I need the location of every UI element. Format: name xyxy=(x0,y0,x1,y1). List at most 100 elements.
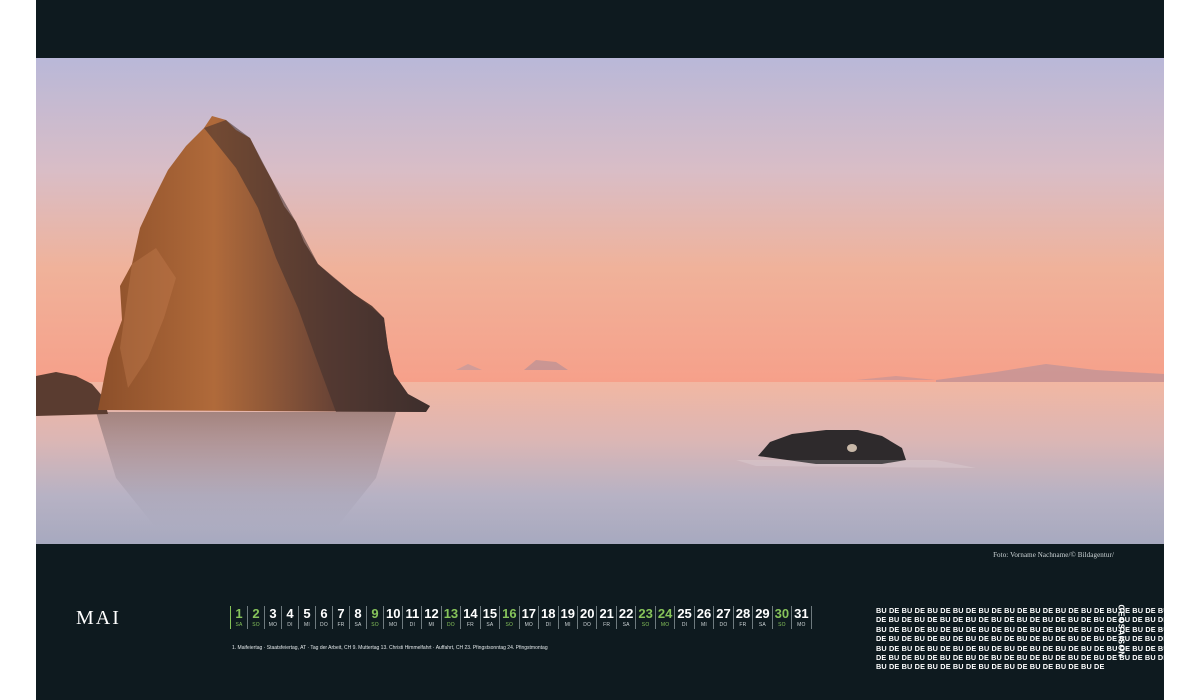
day-number: 28 xyxy=(735,606,751,621)
day-number: 20 xyxy=(579,606,595,621)
day-number: 26 xyxy=(696,606,712,621)
day-number: 7 xyxy=(337,606,345,621)
weekday-label: FR xyxy=(739,622,747,628)
day-cell: 12 MI xyxy=(421,606,440,629)
day-number: 5 xyxy=(303,606,311,621)
weekday-label: DI xyxy=(545,622,551,628)
day-number: 6 xyxy=(320,606,328,621)
caption-placeholder-line: BU DE BU DE BU DE BU DE BU DE BU DE BU D… xyxy=(876,662,1105,672)
weekday-label: MO xyxy=(660,622,670,628)
weekday-label: FR xyxy=(466,622,474,628)
day-number: 4 xyxy=(286,606,294,621)
weekday-label: MI xyxy=(428,622,435,628)
day-cell: 2 SO xyxy=(247,606,264,629)
weekday-label: SO xyxy=(252,622,260,628)
day-cell: 31 MO xyxy=(791,606,812,629)
day-number: 31 xyxy=(794,606,809,621)
holiday-notes: 1. Maifeiertag · Staatsfeiertag, AT · Ta… xyxy=(232,645,548,651)
day-cell: 5 MI xyxy=(298,606,315,629)
weekday-label: SA xyxy=(486,622,494,628)
caption-placeholder-line: BU DE BU DE BU DE BU DE BU DE BU DE BU D… xyxy=(876,606,1195,615)
day-cell: 21 FR xyxy=(596,606,615,629)
day-cell: 7 FR xyxy=(332,606,349,629)
day-number: 22 xyxy=(618,606,634,621)
weekday-label: SA xyxy=(758,622,766,628)
day-cell: 17 MO xyxy=(518,606,538,629)
day-cell: 9 SO xyxy=(366,606,383,629)
weekday-label: DO xyxy=(583,622,592,628)
weekday-label: MO xyxy=(797,622,806,628)
day-strip: 1 SA 2 SO 3 MO 4 DI 5 MI 6 DO 7 FR 8 SA 9 SO 10 MO 11 DI 12 MI 1… xyxy=(230,606,812,629)
day-number: 14 xyxy=(463,606,478,621)
day-number: 25 xyxy=(677,606,692,621)
weekday-label: MO xyxy=(524,622,534,628)
day-cell: 8 SA xyxy=(349,606,366,629)
weekday-label: SO xyxy=(371,622,379,628)
caption-placeholder-line: BU DE BU DE BU DE BU DE BU DE BU DE BU D… xyxy=(876,643,1195,653)
day-number: 11 xyxy=(405,606,420,621)
day-cell: 6 DO xyxy=(315,606,332,629)
weekday-label: DO xyxy=(320,622,328,628)
weekday-label: SA xyxy=(235,622,243,628)
day-cell: 15 SA xyxy=(479,606,499,629)
weekday-label: SO xyxy=(505,622,514,628)
day-cell: 4 DI xyxy=(281,606,298,629)
day-cell: 22 SA xyxy=(615,606,635,629)
day-cell: 3 MO xyxy=(264,606,281,629)
day-number: 24 xyxy=(657,606,673,621)
month-title: MAI xyxy=(76,607,121,629)
day-cell: 28 FR xyxy=(732,606,752,629)
caption-placeholder-block: BU DE BU DE BU DE BU DE BU DE BU DE BU D… xyxy=(876,606,1195,672)
day-cell: 1 SA xyxy=(230,606,247,629)
day-number: 30 xyxy=(774,606,790,621)
day-cell: 14 FR xyxy=(460,606,479,629)
calendar-page: Foto: Vorname Nachname/© Bildagentur/ MA… xyxy=(36,0,1195,700)
day-number: 17 xyxy=(521,606,537,621)
weekday-label: MO xyxy=(389,622,398,628)
weekday-label: DO xyxy=(446,622,455,628)
weekday-label: MI xyxy=(701,622,707,628)
caption-placeholder-line: DE BU DE BU DE BU DE BU DE BU DE BU DE B… xyxy=(876,634,1194,644)
weekday-label: MI xyxy=(304,622,310,628)
day-number: 29 xyxy=(755,606,770,621)
weekday-label: SO xyxy=(641,622,650,628)
day-cell: 26 MI xyxy=(693,606,713,629)
day-number: 1 xyxy=(235,606,243,621)
day-number: 13 xyxy=(443,606,459,621)
weekday-label: DO xyxy=(719,622,728,628)
day-cell: 23 SO xyxy=(635,606,654,629)
day-cell: 25 DI xyxy=(674,606,693,629)
caption-placeholder-line: BU DE BU DE BU DE BU DE BU DE BU DE BU D… xyxy=(876,624,1195,634)
weekday-label: DI xyxy=(681,622,688,628)
weekday-label: DI xyxy=(287,622,293,628)
day-number: 27 xyxy=(716,606,731,621)
sea-rock-sunset-image xyxy=(36,58,1164,544)
day-cell: 20 DO xyxy=(576,606,596,629)
weekday-label: FR xyxy=(337,622,345,628)
day-number: 23 xyxy=(638,606,653,621)
brand-logo: GEOSAISON xyxy=(1116,605,1126,658)
day-cell: 13 DO xyxy=(440,606,460,629)
weekday-label: FR xyxy=(603,622,611,628)
day-number: 3 xyxy=(269,606,277,621)
weekday-label: MI xyxy=(564,622,571,628)
day-cell: 29 SA xyxy=(752,606,771,629)
day-cell: 11 DI xyxy=(402,606,421,629)
day-cell: 10 MO xyxy=(383,606,402,629)
day-cell: 24 MO xyxy=(654,606,674,629)
day-number: 15 xyxy=(482,606,498,621)
day-cell: 30 SO xyxy=(771,606,791,629)
day-number: 9 xyxy=(371,606,379,621)
landscape-photo xyxy=(36,58,1164,544)
brand-wordmark: GEOSAISON xyxy=(1116,604,1126,658)
day-number: 19 xyxy=(560,606,575,621)
photo-credit: Foto: Vorname Nachname/© Bildagentur/ xyxy=(993,551,1114,559)
day-number: 8 xyxy=(354,606,362,621)
day-number: 10 xyxy=(386,606,401,621)
day-cell: 16 SO xyxy=(499,606,518,629)
weekday-label: SA xyxy=(354,622,362,628)
weekday-label: DI xyxy=(409,622,416,628)
day-number: 21 xyxy=(599,606,614,621)
weekday-label: MO xyxy=(268,622,278,628)
caption-placeholder-line: DE BU DE BU DE BU DE BU DE BU DE BU DE B… xyxy=(876,653,1194,663)
